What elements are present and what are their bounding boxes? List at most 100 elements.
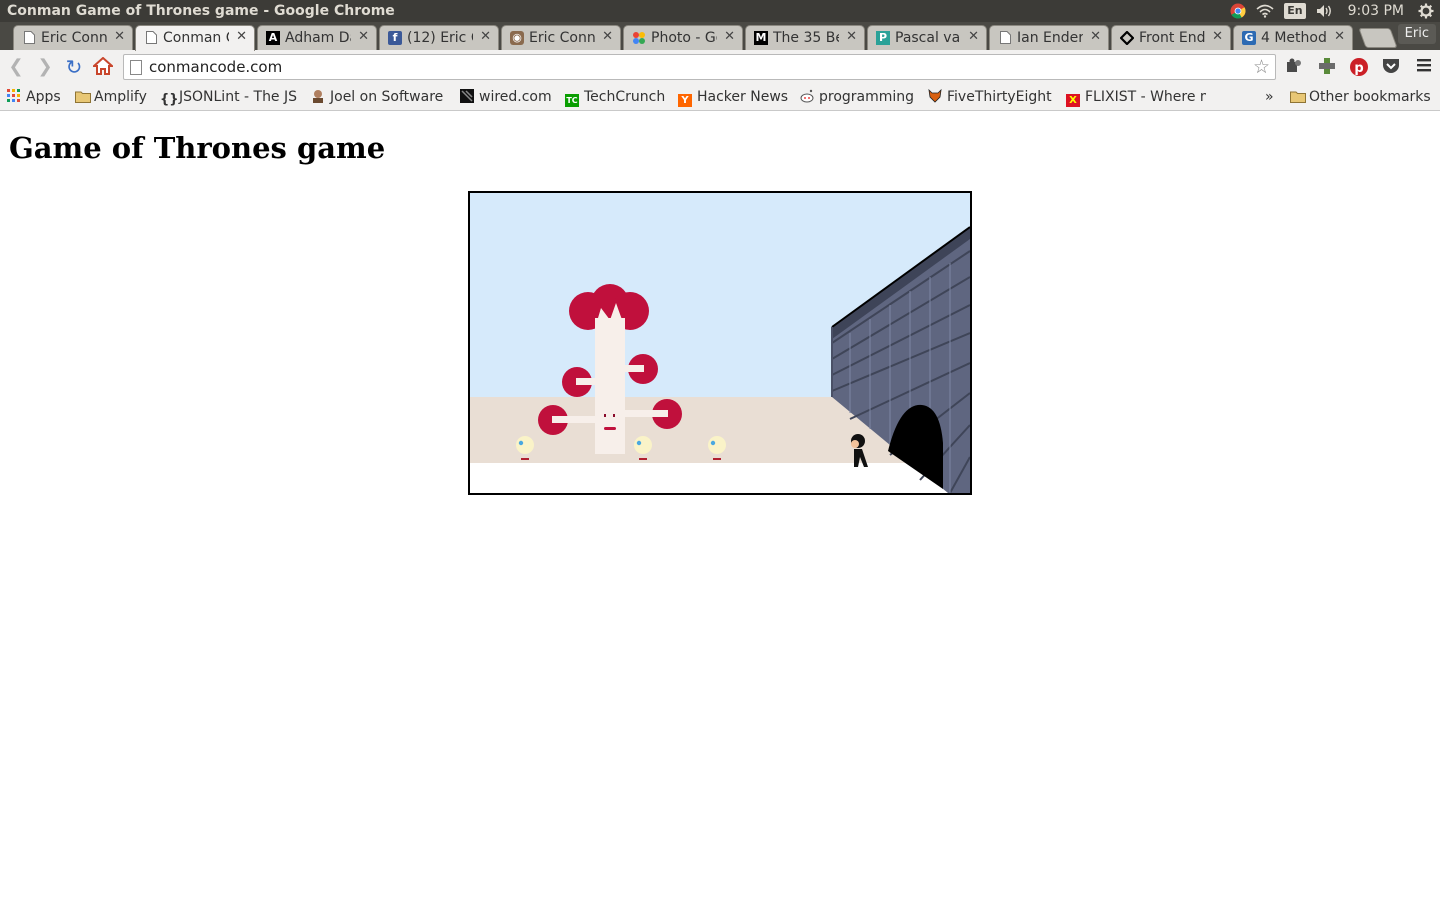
tab[interactable]: P Pascal var ✕ [867,25,987,50]
page-title: Game of Thrones game [9,131,386,165]
bookmark-star-icon[interactable]: ☆ [1253,56,1270,78]
close-icon[interactable]: ✕ [480,29,491,44]
extension-puzzle-icon[interactable] [1284,57,1304,77]
close-icon[interactable]: ✕ [1212,29,1223,44]
bookmark-reddit-programming[interactable]: programming [800,87,914,107]
window-title: Conman Game of Thrones game - Google Chr… [7,3,395,19]
hackernews-icon: Y [678,94,692,107]
close-icon[interactable]: ✕ [846,29,857,44]
foreground-snow [470,463,970,493]
menu-icon[interactable] [1414,57,1434,77]
tab[interactable]: A Adham Da ✕ [257,25,377,50]
new-tab-button[interactable] [1358,28,1398,48]
close-icon[interactable]: ✕ [724,29,735,44]
pinterest-icon[interactable]: p [1349,57,1369,77]
volume-icon[interactable] [1316,0,1334,22]
close-icon[interactable]: ✕ [1090,29,1101,44]
tab[interactable]: Ian Ender ✕ [989,25,1109,50]
diamond-icon [1119,30,1135,46]
clock[interactable]: 9:03 PM [1348,0,1404,22]
tab-label: The 35 Be [773,30,839,46]
ad-icon: A [266,31,280,45]
game-canvas[interactable] [468,191,972,495]
bookmark-folder-amplify[interactable]: Amplify [75,87,147,107]
close-icon[interactable]: ✕ [1334,29,1345,44]
g-icon: G [1242,31,1256,45]
system-tray: En 9:03 PM [1220,0,1440,22]
pocket-icon[interactable] [1381,57,1401,77]
svg-text:p: p [1354,61,1363,76]
tab[interactable]: ◉ Eric Conn ✕ [501,25,621,50]
bookmark-folder-other[interactable]: Other bookmarks [1290,87,1431,107]
bookmark-label: FiveThirtyEight [947,89,1052,105]
browser-toolbar: ❮ ❯ ↻ conmancode.com ☆ p [0,50,1440,84]
bookmark-fivethirtyeight[interactable]: FiveThirtyEight [928,87,1052,107]
bookmark-label: JSONLint - The JS [179,89,298,105]
close-icon[interactable]: ✕ [968,29,979,44]
tab-label: Eric Conn [41,30,107,46]
tab-label: Photo - Go [651,30,717,46]
fox-icon [928,88,942,103]
close-icon[interactable]: ✕ [236,29,247,44]
bookmark-joel[interactable]: Joel on Software [311,87,443,107]
tab[interactable]: Photo - Go ✕ [623,25,743,50]
techcrunch-icon: TC [565,94,579,107]
bookmark-hackernews[interactable]: Y Hacker News [678,87,788,107]
reload-icon[interactable]: ↻ [63,57,85,77]
close-icon[interactable]: ✕ [114,29,125,44]
tab-label: Ian Ender [1017,30,1083,46]
tab-strip: Eric Conn ✕ Conman C ✕ A Adham Da ✕ f (1… [0,22,1440,51]
bookmark-label: Other bookmarks [1309,89,1431,105]
tab-label: Conman C [163,30,229,46]
bookmark-flixist[interactable]: X FLIXIST - Where m [1066,87,1206,107]
page-icon [130,60,142,75]
facebook-icon: f [388,31,402,45]
bookmark-label: Amplify [94,89,147,105]
folder-icon [1290,90,1306,104]
home-icon[interactable] [91,56,115,77]
bookmark-apps[interactable]: Apps [7,87,61,107]
tab-label: Adham Da [285,30,351,46]
tab[interactable]: M The 35 Be ✕ [745,25,865,50]
tab[interactable]: Front End ✕ [1111,25,1231,50]
bookmark-techcrunch[interactable]: TC TechCrunch [565,87,665,107]
close-icon[interactable]: ✕ [358,29,369,44]
tab-label: Eric Conn [529,30,595,46]
address-bar[interactable]: conmancode.com ☆ [123,54,1276,80]
keyboard-layout-indicator[interactable]: En [1284,3,1306,19]
joel-icon [311,89,325,103]
forward-arrow-icon[interactable]: ❯ [34,57,56,77]
bookmarks-overflow-button[interactable]: » [1265,87,1274,107]
bookmark-label: TechCrunch [584,89,666,105]
bookmark-label: wired.com [479,89,552,105]
chrome-icon[interactable] [1230,0,1246,22]
tab[interactable]: f (12) Eric C ✕ [379,25,499,50]
bookmark-label: Apps [26,89,61,105]
bookmarks-bar: Apps Amplify {}JSONLint - The JS Joel on… [0,84,1440,111]
tab[interactable]: Eric Conn ✕ [13,25,133,50]
bookmark-wired[interactable]: wired.com [460,87,552,107]
settings-gear-icon[interactable] [1418,0,1434,22]
tab-label: 4 Method [1261,30,1327,46]
apps-grid-icon [7,89,21,103]
reddit-icon [800,89,814,103]
bookmark-jsonlint[interactable]: {}JSONLint - The JS [160,87,298,107]
tab-active[interactable]: Conman C ✕ [135,25,255,51]
medium-icon: M [754,31,768,45]
url-text[interactable]: conmancode.com [149,58,282,76]
close-icon[interactable]: ✕ [602,29,613,44]
google-photos-icon [632,31,646,45]
instagram-icon: ◉ [510,31,524,45]
wifi-icon[interactable] [1256,0,1274,22]
profile-button[interactable]: Eric [1397,24,1436,44]
extension-plus-icon[interactable] [1317,57,1337,77]
folder-icon [75,90,91,104]
back-arrow-icon[interactable]: ❮ [5,57,27,77]
p-icon: P [876,31,890,45]
tab-label: (12) Eric C [407,30,473,46]
tab-label: Front End [1139,30,1205,46]
bookmark-label: programming [819,89,915,105]
page-content: Game of Thrones game [0,111,1440,900]
tab[interactable]: G 4 Method ✕ [1233,25,1353,50]
os-top-panel: Conman Game of Thrones game - Google Chr… [0,0,1440,22]
